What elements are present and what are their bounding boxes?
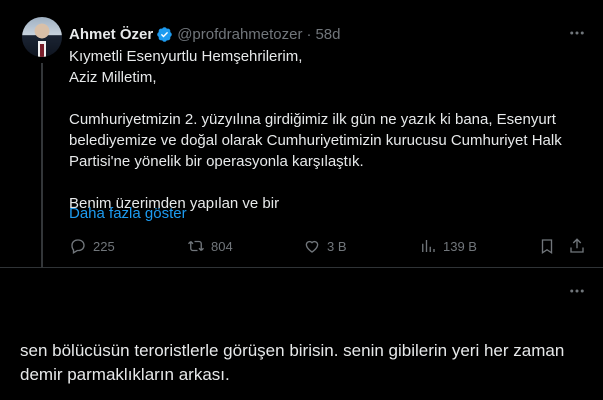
tweet-time[interactable]: 58d <box>315 26 340 43</box>
more-icon[interactable] <box>568 24 586 42</box>
tweet-line: Aziz Milletim, <box>69 69 157 86</box>
tweet-line-gap <box>69 172 589 193</box>
reply-count: 225 <box>93 238 115 254</box>
tweet-body: Kıymetli Esenyurtlu Hemşehrilerim, Aziz … <box>69 46 589 214</box>
reply-text-line: demir parmaklıkların arkası. <box>20 365 230 384</box>
reply-button[interactable]: 225 <box>69 237 115 255</box>
views-icon <box>422 240 435 252</box>
avatar-tie <box>40 44 44 57</box>
author-handle[interactable]: @profdrahmetozer <box>177 26 302 43</box>
reply-text-line: sen bölücüsün teroristlerle görüşen biri… <box>20 341 565 360</box>
reply-icon <box>71 239 85 254</box>
like-button[interactable]: 3 B <box>303 237 347 255</box>
thread-line <box>41 63 43 268</box>
views-count: 139 B <box>443 238 477 254</box>
repost-count: 804 <box>211 238 233 254</box>
separator-dot: · <box>306 25 312 43</box>
repost-icon <box>188 240 204 252</box>
reply-avatar[interactable] <box>22 283 62 323</box>
tweet[interactable]: Ahmet Özer @profdrahmetozer · 58d Kıymet… <box>0 0 603 268</box>
like-count: 3 B <box>327 238 347 254</box>
like-icon <box>305 240 319 253</box>
bookmark-icon <box>541 239 553 255</box>
author-avatar[interactable] <box>22 17 62 57</box>
tweet-actions: 225 804 3 B 139 B <box>69 237 589 257</box>
bookmark-button[interactable] <box>538 237 562 255</box>
tweet-header: Ahmet Özer @profdrahmetozer · 58d <box>69 24 341 44</box>
share-icon <box>570 238 584 253</box>
tweet-line: belediyemize ve doğal olarak Cumhuriyeti… <box>69 132 562 149</box>
share-button[interactable] <box>568 237 592 255</box>
author-name[interactable]: Ahmet Özer <box>69 26 153 43</box>
tweet-line-gap <box>69 88 589 109</box>
tweet-line: Cumhuriyetmizin 2. yüzyılına girdiğimiz … <box>69 111 556 128</box>
more-icon[interactable] <box>568 282 586 300</box>
show-more-link[interactable]: Daha fazla göster <box>69 205 187 222</box>
tweet-line: Partisi'ne yönelik bir operasyonla karşı… <box>69 153 364 170</box>
repost-button[interactable]: 804 <box>187 237 233 255</box>
tweet-line: Kıymetli Esenyurtlu Hemşehrilerim, <box>69 48 303 65</box>
views-button[interactable]: 139 B <box>419 237 477 255</box>
reply-text: sen bölücüsün teroristlerle görüşen biri… <box>20 339 595 387</box>
verified-badge-icon <box>157 26 172 42</box>
